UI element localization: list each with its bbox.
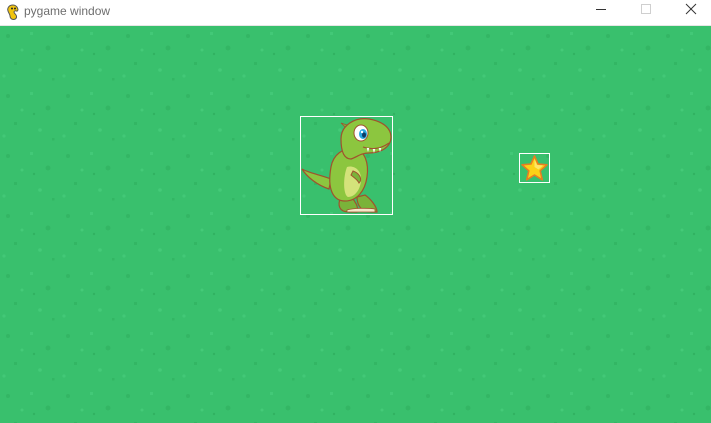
yellow-star-icon bbox=[521, 155, 548, 181]
green-dinosaur-icon bbox=[301, 118, 392, 213]
minimize-icon bbox=[595, 2, 607, 20]
title-bar[interactable]: pygame window bbox=[0, 0, 711, 26]
star-sprite[interactable] bbox=[519, 153, 550, 183]
close-button[interactable] bbox=[669, 0, 711, 22]
game-canvas[interactable] bbox=[0, 26, 711, 423]
minimize-button[interactable] bbox=[579, 0, 623, 22]
window-title: pygame window bbox=[24, 4, 111, 18]
grass-background bbox=[0, 26, 711, 423]
maximize-button[interactable] bbox=[624, 0, 668, 22]
close-icon bbox=[685, 2, 697, 20]
pygame-snake-icon bbox=[4, 3, 22, 21]
player-sprite[interactable] bbox=[300, 116, 393, 215]
pygame-window: pygame window bbox=[0, 0, 711, 423]
maximize-icon bbox=[640, 2, 652, 20]
